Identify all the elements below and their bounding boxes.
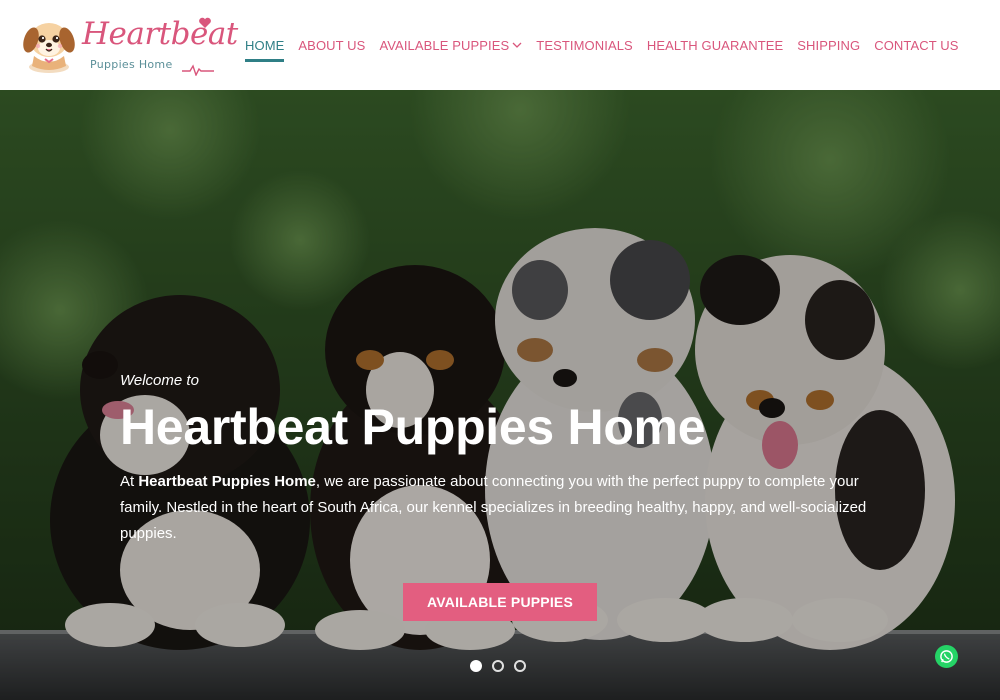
slider-dot-1[interactable] xyxy=(470,660,482,672)
slider-dot-2[interactable] xyxy=(492,660,504,672)
nav-item-label: HOME xyxy=(245,37,285,53)
hero-kicker: Welcome to xyxy=(120,372,199,389)
nav-item-health-guarantee[interactable]: HEALTH GUARANTEE xyxy=(647,0,783,90)
nav-item-label: SHIPPING xyxy=(797,37,861,53)
nav-item-contact-us[interactable]: CONTACT US xyxy=(874,0,958,90)
nav-item-home[interactable]: HOME xyxy=(245,0,285,90)
whatsapp-icon xyxy=(940,650,953,663)
hero-description: At Heartbeat Puppies Home, we are passio… xyxy=(120,469,870,547)
hero-content: Welcome to Heartbeat Puppies Home At Hea… xyxy=(120,372,880,547)
whatsapp-chat-button[interactable] xyxy=(935,645,958,668)
nav-item-testimonials[interactable]: TESTIMONIALS xyxy=(536,0,633,90)
hero-slider: Welcome to Heartbeat Puppies Home At Hea… xyxy=(0,90,1000,700)
nav-item-available-puppies[interactable]: AVAILABLE PUPPIES xyxy=(379,0,522,90)
logo-wordmark: Heartbeat xyxy=(82,16,238,52)
chevron-down-icon xyxy=(512,42,522,48)
nav-item-label: HEALTH GUARANTEE xyxy=(646,37,784,53)
logo-tagline: Puppies Home xyxy=(90,58,173,71)
puppy-face-icon xyxy=(23,23,75,73)
heart-icon xyxy=(199,17,211,28)
nav-item-label: TESTIMONIALS xyxy=(536,37,633,53)
main-nav: HOME ABOUT US AVAILABLE PUPPIES TESTIMON… xyxy=(238,0,966,90)
nav-item-about-us[interactable]: ABOUT US xyxy=(298,0,365,90)
slider-pagination xyxy=(470,660,526,672)
heartbeat-pulse-icon xyxy=(182,64,214,76)
site-header: Heartbeat Puppies Home HOME ABOUT US AVA… xyxy=(0,0,1000,90)
available-puppies-button[interactable]: AVAILABLE PUPPIES xyxy=(403,583,597,621)
hero-desc-brand: Heartbeat Puppies Home xyxy=(138,473,316,490)
site-logo[interactable]: Heartbeat Puppies Home xyxy=(18,12,238,76)
nav-item-label: AVAILABLE PUPPIES xyxy=(379,37,510,53)
hero-desc-lead: At xyxy=(120,473,139,490)
nav-item-label: CONTACT US xyxy=(874,37,959,53)
slider-dot-3[interactable] xyxy=(514,660,526,672)
nav-item-label: ABOUT US xyxy=(298,37,366,53)
hero-title: Heartbeat Puppies Home xyxy=(120,399,706,455)
nav-item-shipping[interactable]: SHIPPING xyxy=(797,0,860,90)
